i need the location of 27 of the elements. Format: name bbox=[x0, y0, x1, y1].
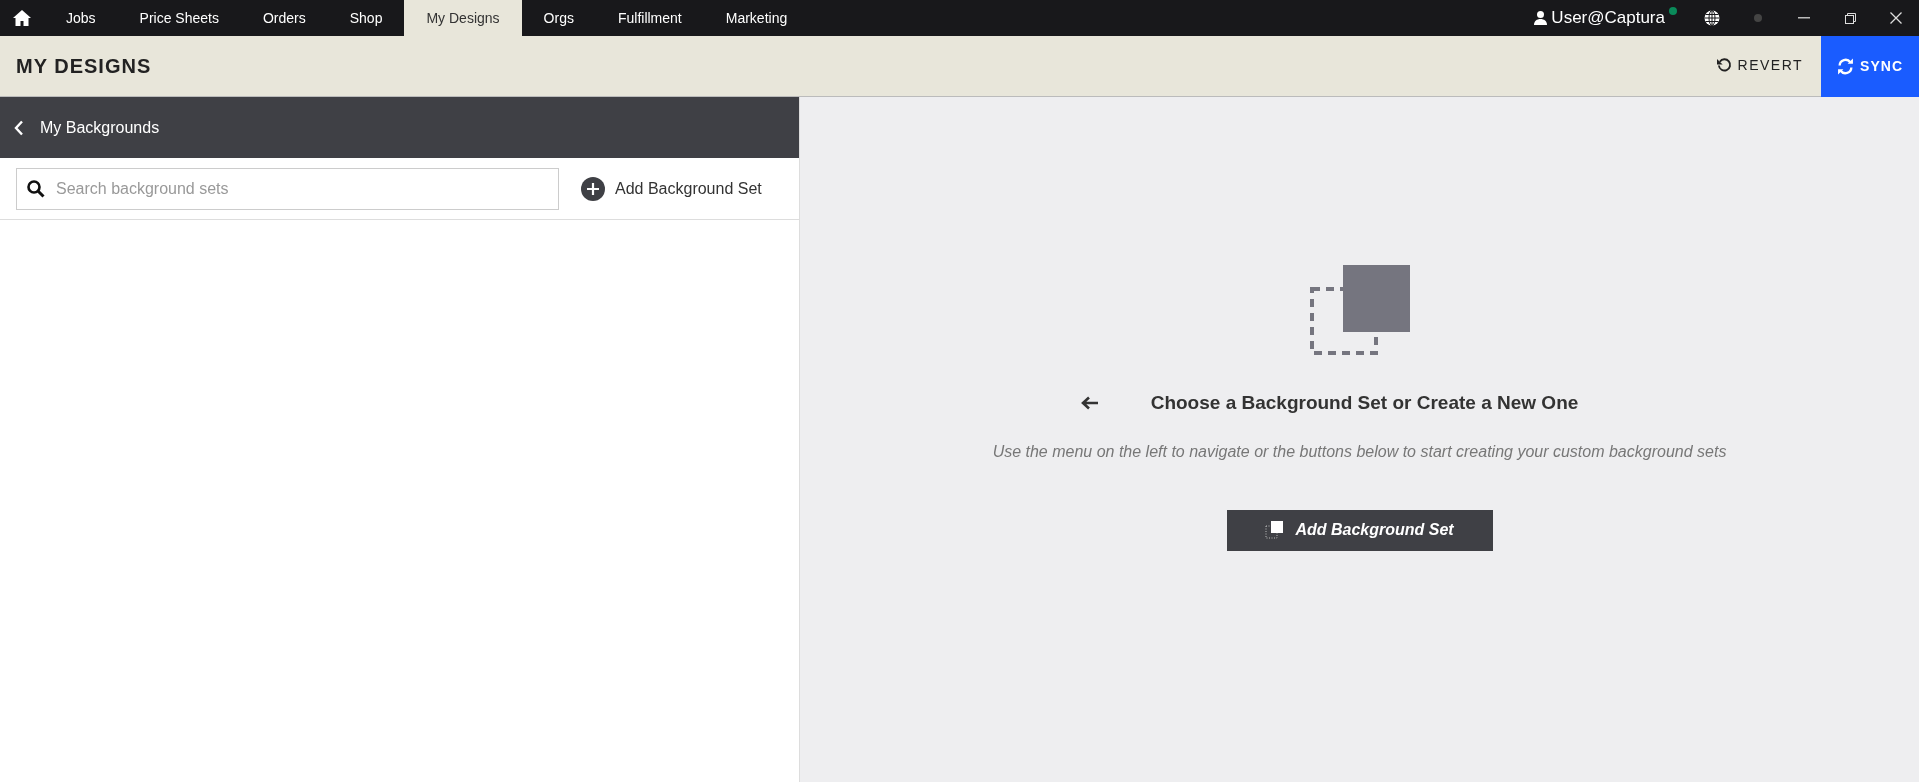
indicator-dot-icon bbox=[1754, 14, 1762, 22]
refresh-icon bbox=[1837, 57, 1855, 75]
plus-icon bbox=[581, 176, 605, 201]
empty-state-text: Use the menu on the left to navigate or the buttons below to start creating your custom background sets bbox=[992, 441, 1727, 462]
panel-title: My Backgrounds bbox=[40, 117, 160, 138]
layers-icon bbox=[1309, 265, 1410, 355]
search-field[interactable]: Search background sets bbox=[16, 167, 559, 210]
status-dot-icon bbox=[1669, 7, 1677, 15]
nav-tab[interactable]: Orgs bbox=[521, 0, 596, 36]
nav-tab[interactable]: Shop bbox=[327, 0, 405, 36]
page-title: MY DESIGNS bbox=[16, 54, 152, 78]
arrow-left-icon bbox=[1080, 396, 1099, 411]
user-menu[interactable]: User@Captura bbox=[1530, 5, 1669, 31]
nav-tab[interactable]: Fulfillment bbox=[595, 0, 704, 36]
empty-state-title: Choose a Background Set or Create a New One bbox=[1150, 391, 1579, 415]
sync-button[interactable]: SYNC bbox=[1821, 35, 1919, 97]
nav-tab[interactable]: My Designs bbox=[404, 0, 522, 36]
add-background-set-button[interactable]: Add Background Set bbox=[1226, 509, 1493, 551]
nav-tab[interactable]: Price Sheets bbox=[117, 0, 241, 36]
nav-tab[interactable]: Jobs bbox=[44, 0, 118, 36]
layers-icon bbox=[1265, 521, 1286, 539]
add-background-set-button[interactable]: Add Background Set bbox=[581, 176, 762, 201]
user-icon bbox=[1534, 11, 1548, 25]
revert-button[interactable]: REVERT bbox=[1698, 35, 1822, 96]
nav-tab[interactable]: Marketing bbox=[703, 0, 810, 36]
nav-tab[interactable]: Orders bbox=[240, 0, 328, 36]
undo-icon bbox=[1716, 58, 1732, 73]
